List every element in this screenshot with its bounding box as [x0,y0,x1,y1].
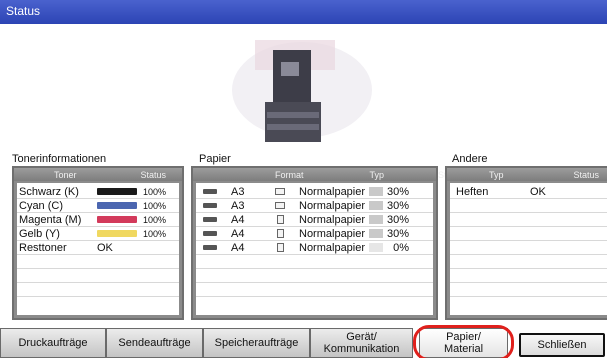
toner-level: 100% [143,186,167,197]
paper-status: 30% [386,227,409,240]
tab-storage-jobs[interactable]: Speicheraufträge [203,328,310,358]
paper-format: A4 [231,227,245,240]
toner-table-header: Toner Status [14,168,182,181]
toner-level-bar [97,202,137,209]
paper-panel: Format Typ Status A3 Normalpapier 30% A3… [191,166,464,320]
paper-row: A4 Normalpapier 0% [196,241,433,254]
paper-format: A4 [231,213,245,226]
other-col-status: Status [573,169,600,180]
other-status: OK [530,185,546,198]
paper-format: A4 [231,241,245,254]
paper-format: A3 [231,185,245,198]
other-type: Heften [456,185,489,198]
paper-type: Normalpapier [299,185,366,198]
paper-row: A3 Normalpapier 30% [196,185,433,198]
toner-name: Magenta (M) [19,213,82,226]
highlight-ring [413,325,514,358]
toner-level: 100% [143,200,167,211]
paper-row: A3 Normalpapier 30% [196,199,433,212]
paper-level-icon [369,243,383,252]
paper-orientation-icon [275,202,285,209]
paper-tray-icon [203,245,217,250]
toner-row: Cyan (C) 100% [17,199,179,212]
paper-orientation-icon [277,243,284,252]
toner-name: Resttoner [19,241,67,254]
toner-row: Gelb (Y) 100% [17,227,179,240]
tab-send-jobs[interactable]: Sendeaufträge [106,328,203,358]
paper-level-icon [369,229,383,238]
tab-label: Gerät/ Kommunikation [323,331,400,355]
tab-device-communication[interactable]: Gerät/ Kommunikation [310,328,413,358]
toner-row: Magenta (M) 100% [17,213,179,226]
paper-level-icon [369,187,383,196]
close-button[interactable]: Schließen [519,333,605,357]
tab-label: Druckaufträge [18,337,88,349]
paper-tray-icon [203,189,217,194]
paper-orientation-icon [275,188,285,195]
window-title: Status [6,4,41,18]
paper-table-body: A3 Normalpapier 30% A3 Normalpapier 30% … [196,183,433,315]
paper-col-format: Format [275,169,304,180]
other-table-header: Typ Status [447,168,607,181]
other-section-title: Andere [452,153,488,165]
paper-type: Normalpapier [299,199,366,212]
toner-level: 100% [143,228,167,239]
paper-table-header: Format Typ Status [193,168,464,181]
paper-type: Normalpapier [299,227,366,240]
toner-name: Cyan (C) [19,199,64,212]
other-row: Heften OK [450,185,607,198]
paper-orientation-icon [277,215,284,224]
other-panel: Typ Status Heften OK [445,166,607,320]
paper-status: 0% [393,241,409,254]
paper-tray-icon [203,231,217,236]
toner-level-bar [97,188,137,195]
paper-format: A3 [231,199,245,212]
paper-tray-icon [203,203,217,208]
toner-section-title: Tonerinformationen [12,153,107,165]
toner-panel: Toner Status Schwarz (K) 100% Cyan (C) 1… [12,166,184,320]
paper-level-icon [369,201,383,210]
paper-row: A4 Normalpapier 30% [196,213,433,226]
paper-status: 30% [386,199,409,212]
paper-status: 30% [386,185,409,198]
other-table-body: Heften OK [450,183,607,315]
paper-section-title: Papier [199,153,231,165]
paper-tray-icon [203,217,217,222]
window-titlebar: Status [0,0,607,24]
toner-name: Schwarz (K) [19,185,79,198]
close-button-label: Schließen [537,339,587,351]
toner-table-body: Schwarz (K) 100% Cyan (C) 100% Magenta (… [17,183,179,315]
paper-level-icon [369,215,383,224]
waste-toner-status: OK [97,241,113,254]
paper-type: Normalpapier [299,241,366,254]
toner-level-bar [97,216,137,223]
paper-orientation-icon [277,229,284,238]
toner-col-toner: Toner [54,169,77,180]
paper-status: 30% [386,213,409,226]
paper-col-type: Typ [369,169,385,180]
toner-col-status: Status [140,169,167,180]
toner-level: 100% [143,214,167,225]
toner-level-bar [97,230,137,237]
printer-device-image [195,28,410,150]
toner-row: Schwarz (K) 100% [17,185,179,198]
paper-row: A4 Normalpapier 30% [196,227,433,240]
toner-row: Resttoner OK [17,241,179,254]
tab-print-jobs[interactable]: Druckaufträge [0,328,106,358]
other-col-type: Typ [489,169,504,180]
paper-type: Normalpapier [299,213,366,226]
tab-label: Speicheraufträge [214,337,299,349]
toner-name: Gelb (Y) [19,227,60,240]
tab-label: Sendeaufträge [118,337,191,349]
